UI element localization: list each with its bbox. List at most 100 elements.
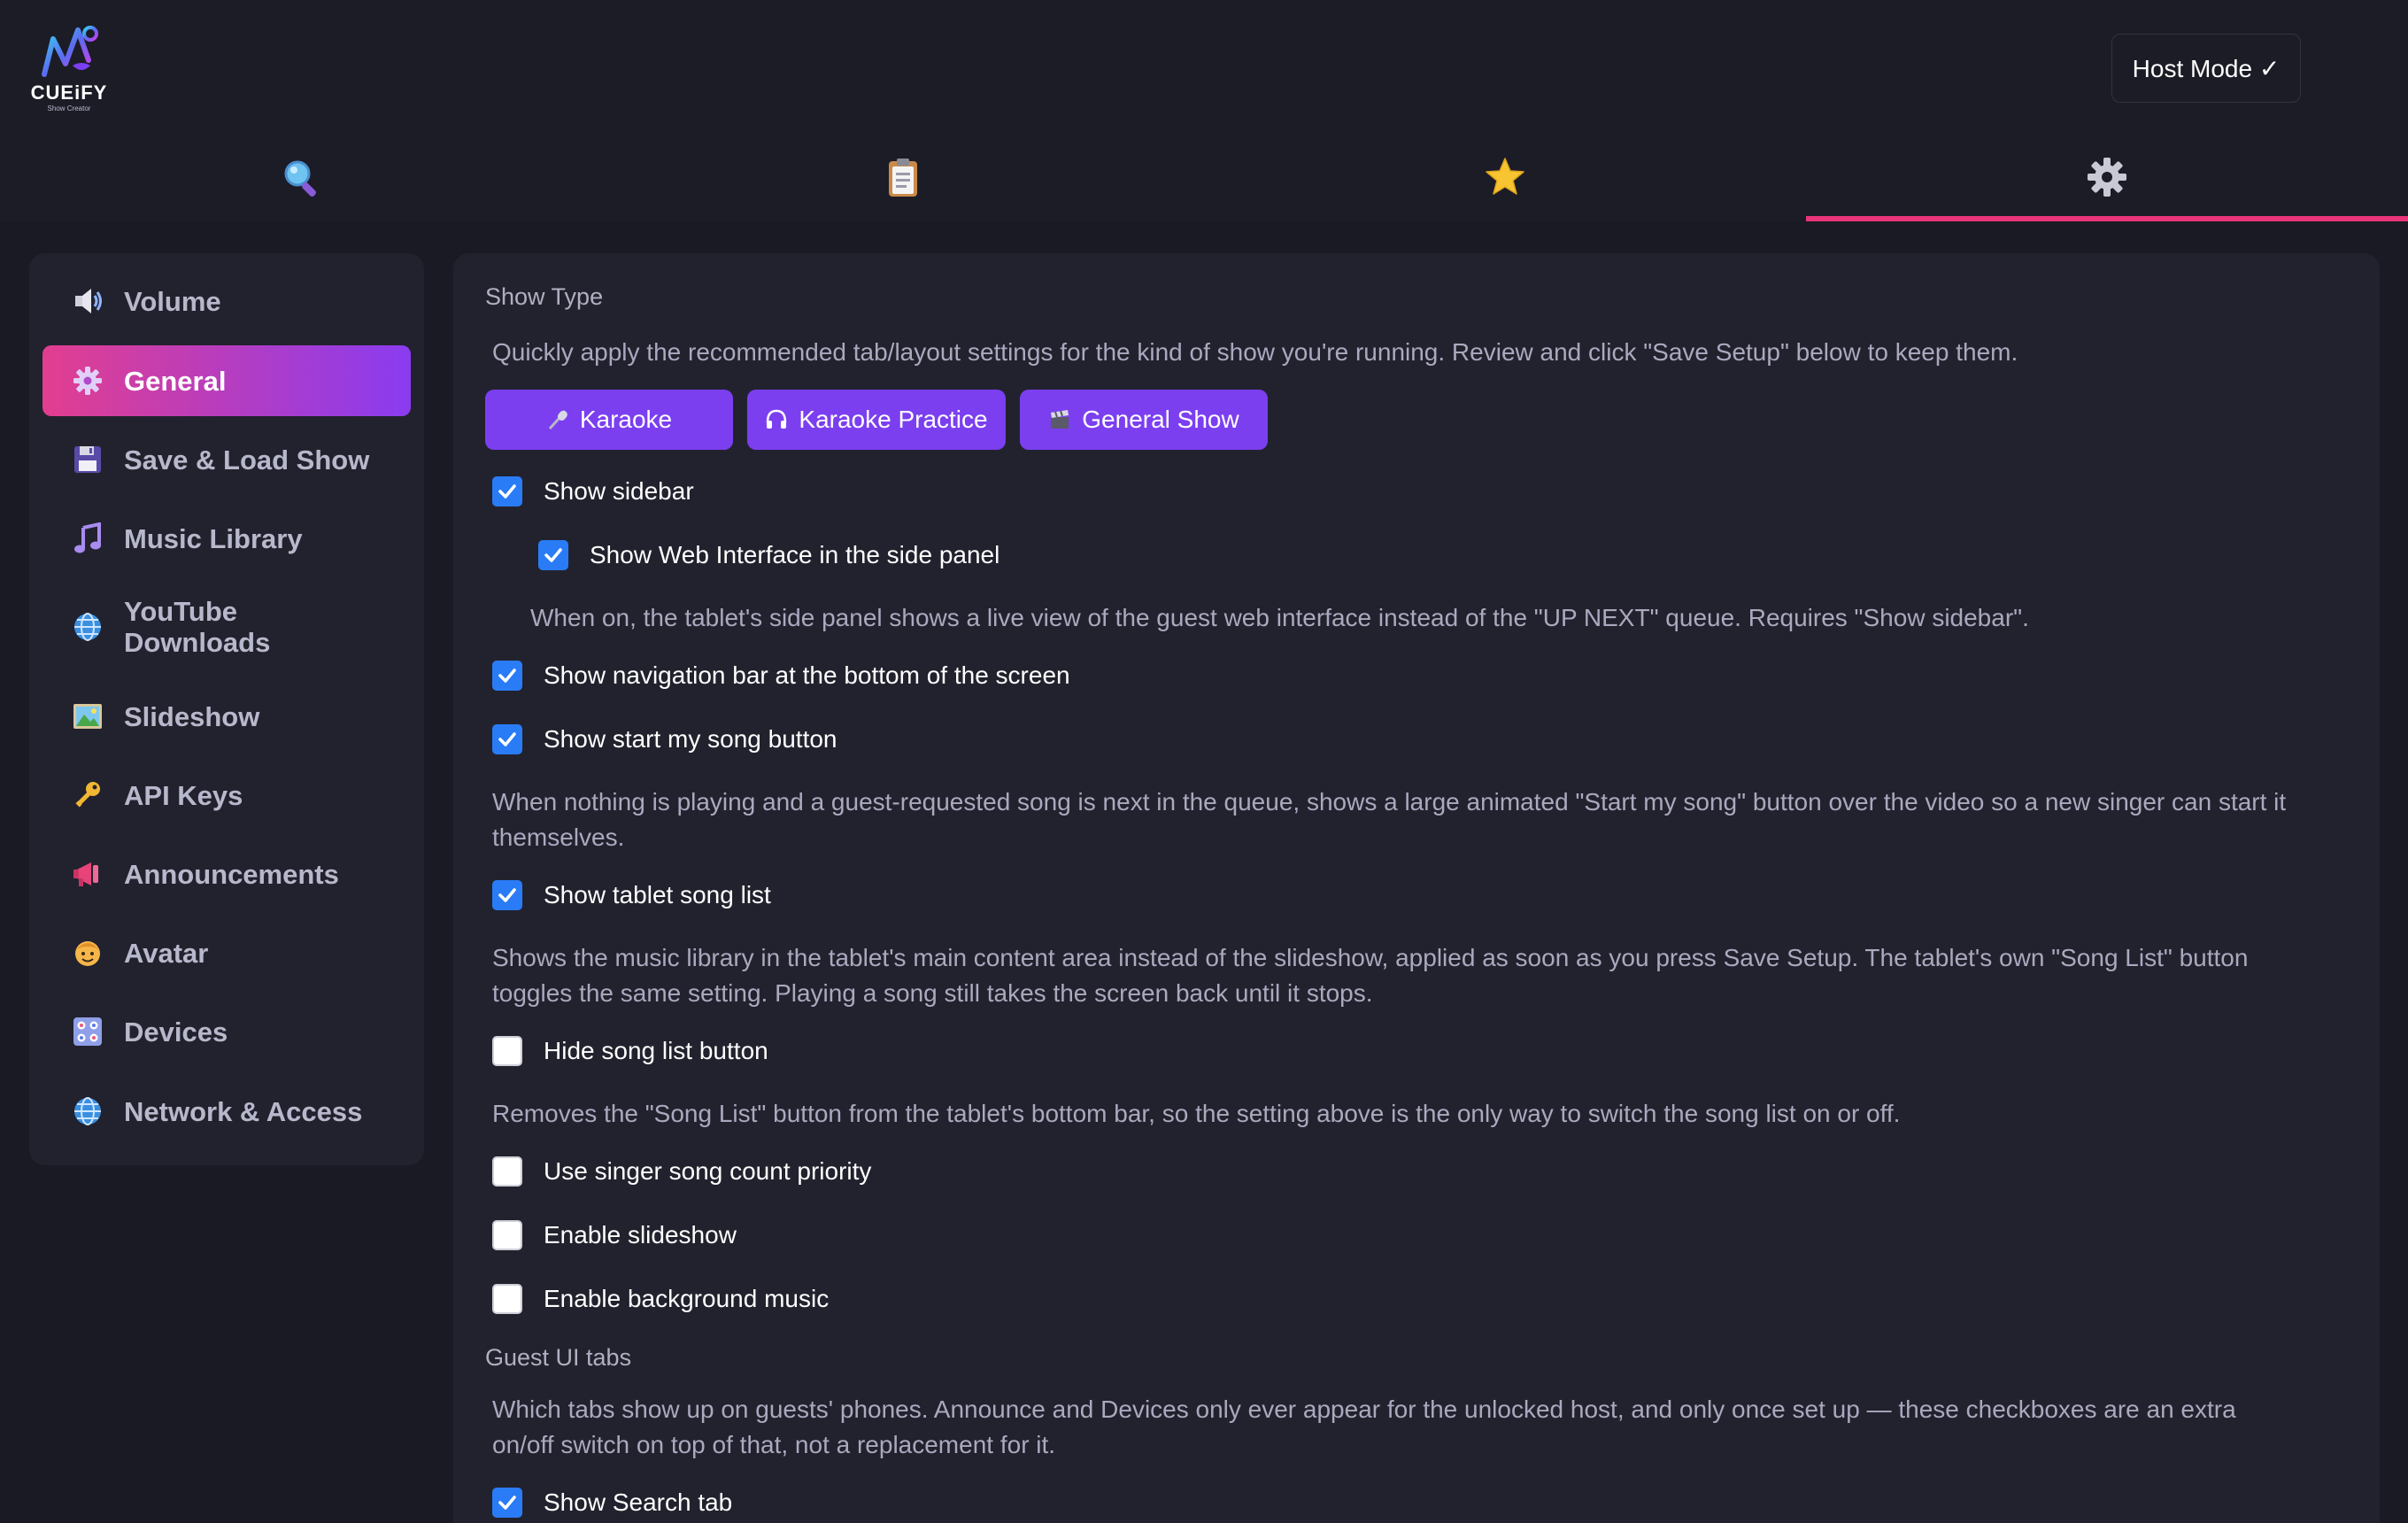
checkbox-label: Show Web Interface in the side panel	[590, 541, 1000, 568]
hide-song-list-description: Removes the "Song List" button from the …	[492, 1100, 1901, 1127]
web-interface-description: When on, the tablet's side panel shows a…	[530, 604, 2029, 631]
checkbox-label: Show tablet song list	[544, 881, 771, 908]
control-knobs-icon	[71, 1015, 104, 1048]
face-icon	[71, 936, 104, 970]
app-logo: CUEiFY Show Creator	[27, 21, 112, 112]
tab-queue[interactable]	[602, 133, 1204, 221]
key-icon	[71, 778, 104, 812]
floppy-disk-icon	[71, 443, 104, 476]
singer-priority-checkbox[interactable]: Use singer song count priority	[492, 1156, 871, 1187]
preset-label: Karaoke	[579, 406, 673, 433]
show-web-interface-checkbox[interactable]: Show Web Interface in the side panel	[538, 540, 999, 570]
checkbox-label: Show Search tab	[544, 1488, 733, 1516]
checkbox-label: Enable background music	[544, 1285, 830, 1312]
logo-text: CUEiFY	[30, 81, 108, 104]
checkbox-label: Show sidebar	[544, 477, 694, 505]
sidebar-item-label: Slideshow	[124, 700, 260, 732]
preset-label: Karaoke Practice	[799, 406, 988, 433]
preset-label: General Show	[1082, 406, 1239, 433]
settings-panel: Show Type Quickly apply the recommended …	[453, 253, 2380, 1523]
sidebar-item-label: Announcements	[124, 858, 339, 890]
host-mode-button[interactable]: Host Mode ✓	[2111, 34, 2301, 103]
sidebar-item-general[interactable]: General	[42, 345, 411, 416]
sidebar-item-label: Music Library	[124, 522, 303, 554]
guest-ui-tabs-description-line1: Which tabs show up on guests' phones. An…	[492, 1395, 2236, 1423]
show-type-description: Quickly apply the recommended tab/layout…	[492, 338, 2018, 366]
enable-slideshow-checkbox[interactable]: Enable slideshow	[492, 1220, 737, 1250]
sidebar-item-label: Volume	[124, 285, 221, 317]
sidebar-item-volume[interactable]: Volume	[42, 266, 411, 336]
show-start-song-checkbox[interactable]: Show start my song button	[492, 724, 837, 754]
sidebar-item-music-library[interactable]: Music Library	[42, 503, 411, 574]
sidebar-item-save-load-show[interactable]: Save & Load Show	[42, 424, 411, 495]
main-tabs	[0, 133, 2408, 221]
hide-song-list-button-checkbox[interactable]: Hide song list button	[492, 1036, 768, 1066]
sidebar-item-label: API Keys	[124, 779, 243, 811]
tablet-song-list-description-line1: Shows the music library in the tablet's …	[492, 944, 2249, 971]
picture-icon	[71, 700, 104, 733]
guest-ui-tabs-description-line2: on/off switch on top of that, not a repl…	[492, 1431, 1056, 1458]
preset-karaoke-button[interactable]: Karaoke	[485, 390, 733, 450]
music-note-icon	[71, 522, 104, 555]
star-icon	[1484, 156, 1526, 198]
megaphone-icon	[71, 857, 104, 891]
sidebar-item-label: General	[124, 365, 227, 397]
sidebar-item-devices[interactable]: Devices	[42, 996, 411, 1067]
checkbox-checked-icon[interactable]	[538, 540, 568, 570]
checkbox-checked-icon[interactable]	[492, 880, 522, 910]
tablet-song-list-description-line2: toggles the same setting. Playing a song…	[492, 979, 1373, 1007]
globe-icon	[71, 610, 104, 644]
logo-mark-icon	[42, 26, 98, 77]
globe-icon	[71, 1094, 104, 1128]
enable-bg-music-checkbox[interactable]: Enable background music	[492, 1284, 829, 1314]
show-nav-bar-checkbox[interactable]: Show navigation bar at the bottom of the…	[492, 661, 1070, 691]
checkbox-unchecked-icon[interactable]	[492, 1284, 522, 1314]
tab-favorites[interactable]	[1204, 133, 1806, 221]
sidebar-item-network-access[interactable]: Network & Access	[42, 1076, 411, 1147]
settings-sidebar: Volume General Save & Load Show Music Li…	[29, 253, 424, 1165]
headphones-icon	[765, 408, 788, 431]
section-title-guest-ui-tabs: Guest UI tabs	[485, 1344, 632, 1371]
app-header: CUEiFY Show Creator Host Mode ✓	[0, 0, 2408, 221]
sidebar-item-avatar[interactable]: Avatar	[42, 917, 411, 988]
checkbox-unchecked-icon[interactable]	[492, 1036, 522, 1066]
show-sidebar-checkbox[interactable]: Show sidebar	[492, 476, 694, 506]
checkbox-label: Enable slideshow	[544, 1221, 737, 1249]
start-song-description-line2: themselves.	[492, 823, 625, 851]
section-title-show-type: Show Type	[485, 283, 604, 310]
checkbox-checked-icon[interactable]	[492, 476, 522, 506]
sidebar-item-youtube-downloads[interactable]: YouTube Downloads	[42, 583, 411, 671]
logo-subtitle: Show Creator	[47, 104, 91, 112]
gear-icon	[2086, 156, 2128, 198]
clipboard-icon	[882, 156, 924, 198]
gear-icon	[71, 364, 104, 398]
checkbox-checked-icon[interactable]	[492, 1488, 522, 1518]
sidebar-item-label: Save & Load Show	[124, 444, 370, 475]
sidebar-item-label: Devices	[124, 1016, 228, 1048]
show-tablet-song-list-checkbox[interactable]: Show tablet song list	[492, 880, 771, 910]
sidebar-item-slideshow[interactable]: Slideshow	[42, 681, 411, 752]
preset-karaoke-practice-button[interactable]: Karaoke Practice	[747, 390, 1006, 450]
sidebar-item-label: YouTube Downloads	[124, 596, 271, 658]
checkbox-label: Use singer song count priority	[544, 1157, 872, 1185]
tab-search[interactable]	[0, 133, 602, 221]
start-song-description-line1: When nothing is playing and a guest-requ…	[492, 788, 2287, 816]
sidebar-item-label: Avatar	[124, 937, 209, 969]
clapperboard-icon	[1048, 408, 1071, 431]
sidebar-item-api-keys[interactable]: API Keys	[42, 760, 411, 831]
preset-general-show-button[interactable]: General Show	[1020, 390, 1268, 450]
sidebar-item-announcements[interactable]: Announcements	[42, 839, 411, 909]
sidebar-item-label: Network & Access	[124, 1095, 363, 1127]
checkbox-label: Show start my song button	[544, 725, 837, 753]
checkbox-label: Hide song list button	[544, 1037, 768, 1064]
checkbox-unchecked-icon[interactable]	[492, 1220, 522, 1250]
checkbox-unchecked-icon[interactable]	[492, 1156, 522, 1187]
search-icon	[280, 156, 322, 198]
checkbox-checked-icon[interactable]	[492, 661, 522, 691]
microphone-icon	[546, 408, 569, 431]
show-search-tab-checkbox[interactable]: Show Search tab	[492, 1488, 732, 1518]
tab-settings[interactable]	[1806, 133, 2408, 221]
checkbox-label: Show navigation bar at the bottom of the…	[544, 661, 1070, 689]
checkbox-checked-icon[interactable]	[492, 724, 522, 754]
speaker-icon	[71, 284, 104, 318]
